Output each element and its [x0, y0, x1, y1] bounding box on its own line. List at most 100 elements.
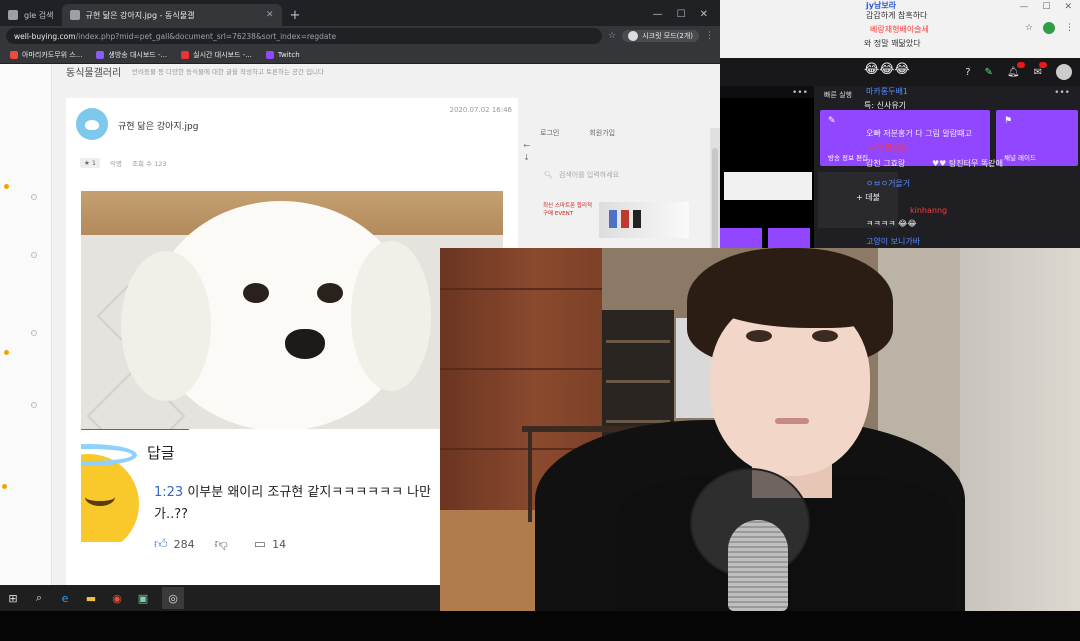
close-window-button[interactable]: ✕: [1064, 2, 1072, 12]
angel-emoji-avatar[interactable]: [81, 442, 139, 542]
dislike-button[interactable]: 👎︎: [215, 537, 234, 552]
chat-line: ♥♥ 탕진터무 똑같애: [932, 159, 1003, 168]
signup-link[interactable]: 회원가입: [589, 128, 615, 138]
account-tabs: 로그인 회원가입: [540, 128, 615, 138]
app-icon[interactable]: ▣: [136, 591, 150, 605]
help-icon[interactable]: ?: [965, 67, 970, 78]
board-subtitle: 반려동물 등 다양한 동식물에 대한 글을 작성하고 토론하는 공간 입니다: [132, 68, 325, 76]
chat-line: ㅋㅋㅋㅋ 😂😂: [866, 219, 917, 228]
microphone: [728, 520, 788, 611]
url-input[interactable]: well-buying.com /index.php?mid=pet_gall&…: [6, 28, 603, 44]
bookmark-favicon-icon: [10, 50, 18, 59]
bookmark-label: 실시간 대시보드 -...: [193, 50, 252, 59]
incognito-profile-button[interactable]: 시크릿 모드(2개): [622, 30, 699, 42]
tab-label: gle 검색: [24, 10, 54, 20]
raid-channel-tile[interactable]: ⚑ 채널 레이드: [996, 110, 1078, 166]
inbox-icon[interactable]: ✉: [1034, 61, 1048, 78]
windows-icon[interactable]: ⊞: [6, 591, 20, 605]
explorer-icon[interactable]: ▬: [84, 591, 98, 605]
bookmark-label: Twitch: [277, 50, 300, 59]
chat-line: kinhanng: [910, 206, 948, 215]
comment-body-line1: 이부분 왜이리 조규현 같지ㅋㅋㅋㅋㅋㅋ 나만: [183, 485, 432, 500]
bookmark-item[interactable]: Twitch: [265, 50, 300, 59]
webcam-feed: [440, 248, 1080, 611]
close-window-button[interactable]: ✕: [700, 9, 708, 20]
notifications-icon[interactable]: 🔔︎: [1007, 61, 1025, 78]
person-mouth: [775, 418, 809, 424]
tile-label: 방송 정보 편집: [828, 154, 869, 162]
post-author[interactable]: 익명: [110, 158, 122, 168]
bookmarks-bar: 아마리카도무위 스... 생방송 대시보드 -... 실시간 대시보드 -...…: [0, 46, 720, 64]
expand-icon[interactable]: [31, 252, 37, 258]
search-icon[interactable]: ⌕: [32, 591, 46, 605]
reply-count: 14: [272, 538, 287, 551]
ad-banner[interactable]: 최신 스마트폰 합리적 구매 EVENT: [543, 202, 689, 238]
board-title[interactable]: 동식물갤러리: [66, 64, 121, 79]
edge-icon[interactable]: e: [58, 591, 72, 605]
maximize-button[interactable]: ☐: [677, 9, 686, 20]
chat-line: 베랑재형배이슬세: [870, 25, 929, 34]
mini-browser-preview: [724, 172, 812, 200]
comment-actions: 👍︎ 284 👎︎ ▭ 14: [154, 537, 286, 552]
screen: gle 검색 규현 닮은 강아지.jpg - 동식물갤 ✕ + — ☐ ✕ we…: [0, 0, 1080, 641]
table-leg: [528, 432, 532, 522]
wall-plank: [440, 368, 602, 370]
phone-image: [609, 210, 617, 228]
minimize-button[interactable]: —: [1019, 2, 1028, 12]
login-link[interactable]: 로그인: [540, 128, 559, 138]
tab-current-post[interactable]: 규현 닮은 강아지.jpg - 동식물갤 ✕: [61, 4, 282, 26]
comment-text: 1:23 이부분 왜이리 조규현 같지ㅋㅋㅋㅋㅋㅋ 나만 가..??: [154, 482, 439, 526]
site-search[interactable]: 🔍︎ 검색어를 입력하세요: [530, 160, 710, 190]
user-avatar[interactable]: [1056, 64, 1072, 80]
maximize-button[interactable]: ☐: [1042, 2, 1050, 12]
more-options-icon[interactable]: •••: [1054, 88, 1070, 98]
bookmark-star-icon[interactable]: ☆: [608, 31, 616, 41]
wall-plank: [440, 288, 602, 290]
chat-line: 나무안된삼: [870, 143, 907, 152]
windows-taskbar: ⊞ ⌕ e ▬ ◉ ▣ ◎: [0, 585, 440, 611]
post-nav-arrows[interactable]: ← ↓: [523, 140, 530, 164]
more-options-icon[interactable]: •••: [792, 88, 808, 98]
like-button[interactable]: 👍︎ 284: [154, 537, 195, 552]
minimize-button[interactable]: —: [653, 9, 663, 20]
chrome-icon[interactable]: ◉: [110, 591, 124, 605]
dog-ear: [121, 251, 211, 401]
bookmark-item[interactable]: 생방송 대시보드 -...: [96, 50, 167, 60]
tab-bar: gle 검색 규현 닮은 강아지.jpg - 동식물갤 ✕ + — ☐ ✕: [0, 0, 720, 26]
search-icon: 🔍︎: [544, 171, 553, 179]
bookmark-item[interactable]: 실시간 대시보드 -...: [181, 50, 252, 60]
comment-icon: ▭: [253, 537, 267, 552]
address-bar-row: well-buying.com /index.php?mid=pet_gall&…: [0, 26, 720, 46]
emoji-halo: [81, 444, 137, 466]
new-tab-button[interactable]: +: [282, 8, 309, 26]
twitch-icon: [265, 50, 274, 59]
search-input[interactable]: 검색어를 입력하세요: [559, 170, 619, 180]
person-eye: [746, 330, 772, 342]
mini-purple-tile: [720, 228, 762, 248]
expand-icon[interactable]: [31, 194, 37, 200]
extension-icon[interactable]: [1043, 22, 1055, 34]
obs-icon[interactable]: ◎: [162, 587, 184, 609]
vote-badge[interactable]: ★ 1: [80, 158, 101, 168]
expand-icon[interactable]: [31, 330, 37, 336]
chat-emoji-line: 😂😂😂: [864, 62, 910, 77]
tab-google-search[interactable]: gle 검색: [0, 4, 62, 26]
status-dot-icon: [2, 484, 7, 489]
comment-timestamp-link[interactable]: 1:23: [154, 485, 183, 500]
reply-button[interactable]: ▭ 14: [254, 537, 286, 552]
crown-icon[interactable]: ✎: [985, 67, 993, 78]
person-eye: [812, 330, 838, 342]
close-tab-icon[interactable]: ✕: [266, 10, 274, 20]
shelf-rack: [606, 380, 670, 383]
expand-icon[interactable]: [31, 402, 37, 408]
status-dot-icon: [4, 184, 9, 189]
chat-line: 와 정말 꽤닮았다: [864, 39, 921, 48]
star-icon[interactable]: ☆: [1025, 23, 1033, 33]
dashboard-toolbar: ☆ ⋮: [1025, 22, 1074, 34]
author-avatar[interactable]: [76, 108, 108, 140]
menu-kebab-icon[interactable]: ⋮: [1065, 23, 1074, 33]
ad-text: 최신 스마트폰 합리적 구매 EVENT: [543, 203, 593, 217]
url-domain: well-buying.com: [14, 31, 76, 41]
menu-kebab-icon[interactable]: ⋮: [705, 31, 714, 41]
bookmark-item[interactable]: 아마리카도무위 스...: [10, 50, 82, 60]
